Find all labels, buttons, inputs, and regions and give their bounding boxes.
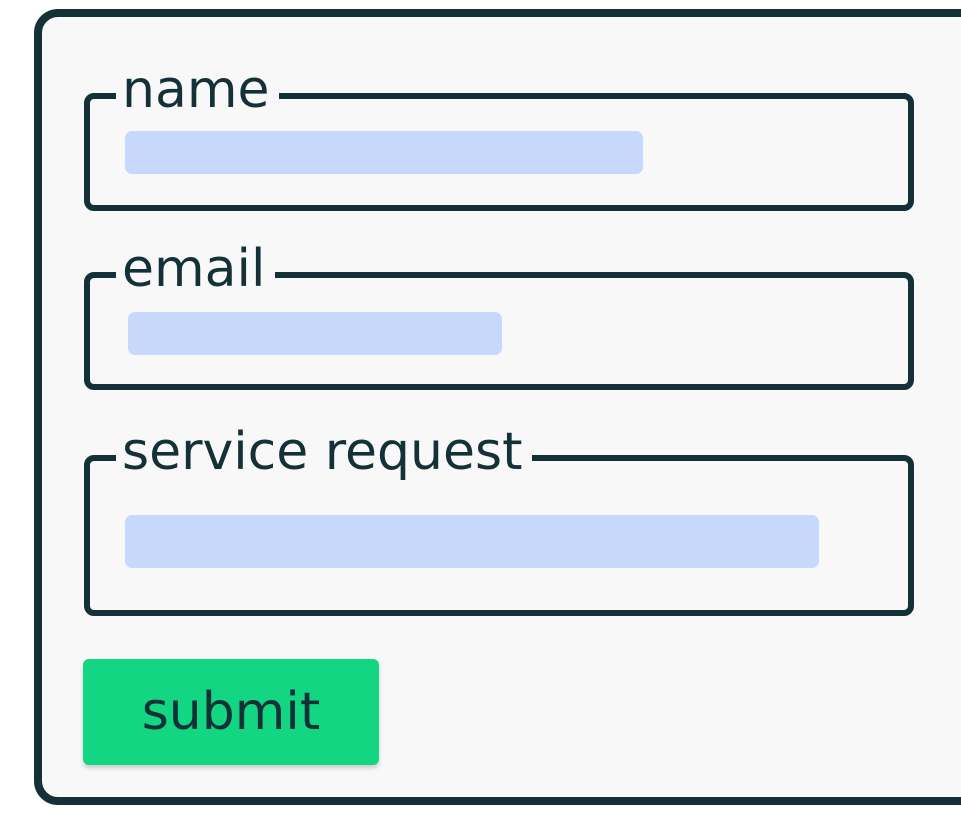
service-request-input-value[interactable] xyxy=(125,515,819,568)
name-field[interactable]: name xyxy=(84,59,914,211)
service-request-field[interactable]: service request xyxy=(84,421,914,616)
name-label: name xyxy=(116,59,280,121)
email-label: email xyxy=(116,238,276,300)
name-input-value[interactable] xyxy=(125,131,643,174)
submit-button[interactable]: submit xyxy=(83,659,379,765)
email-field[interactable]: email xyxy=(84,238,914,390)
email-input-value[interactable] xyxy=(128,312,502,355)
service-request-label: service request xyxy=(116,421,533,483)
